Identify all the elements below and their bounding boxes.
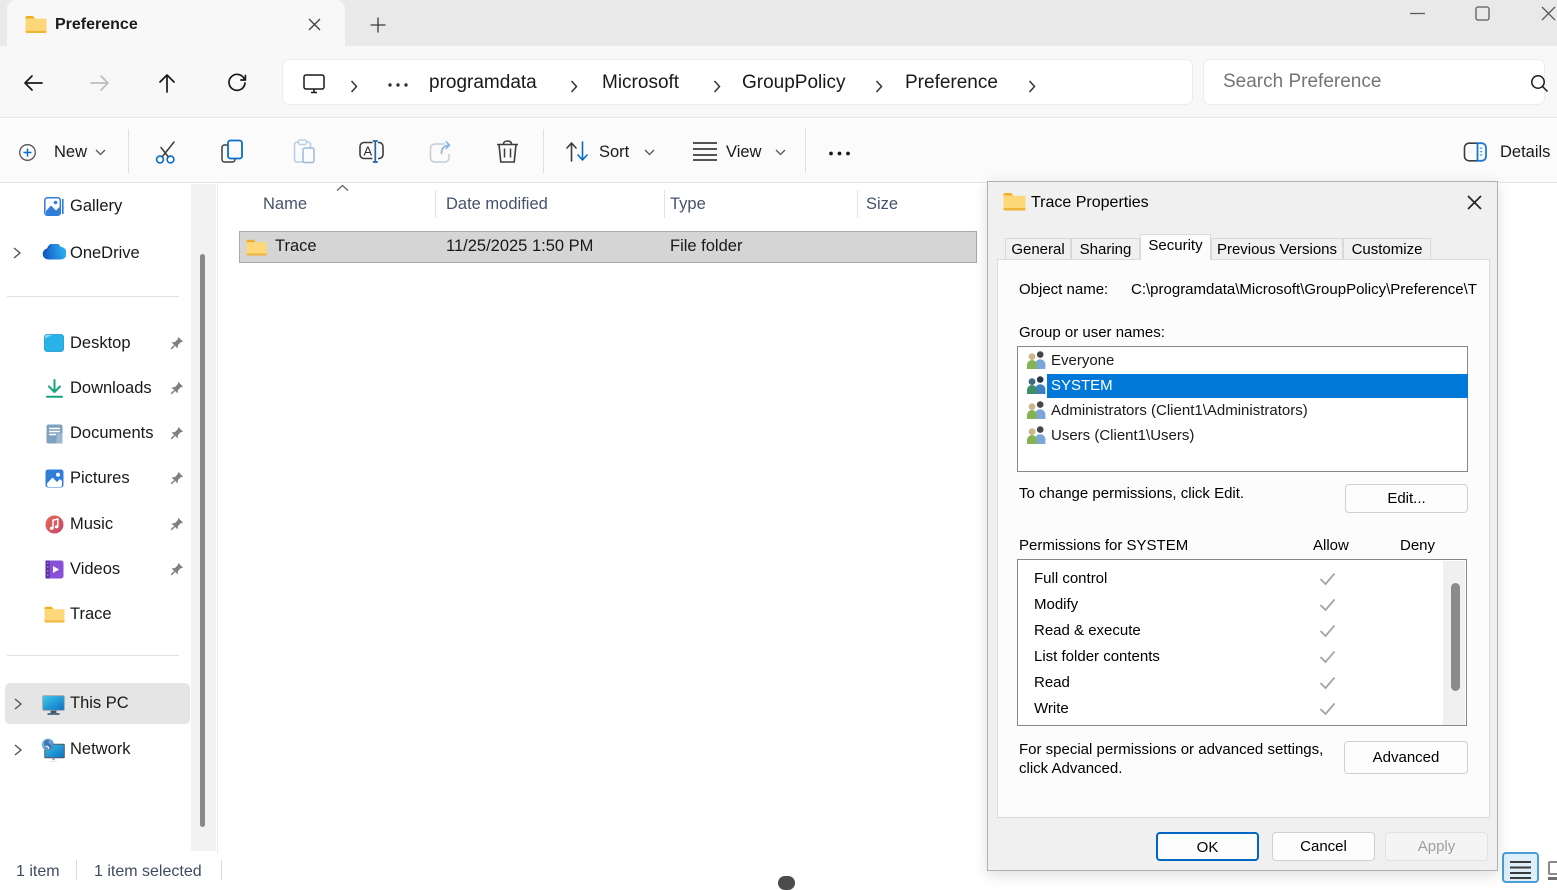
svg-text:A: A xyxy=(364,143,373,158)
